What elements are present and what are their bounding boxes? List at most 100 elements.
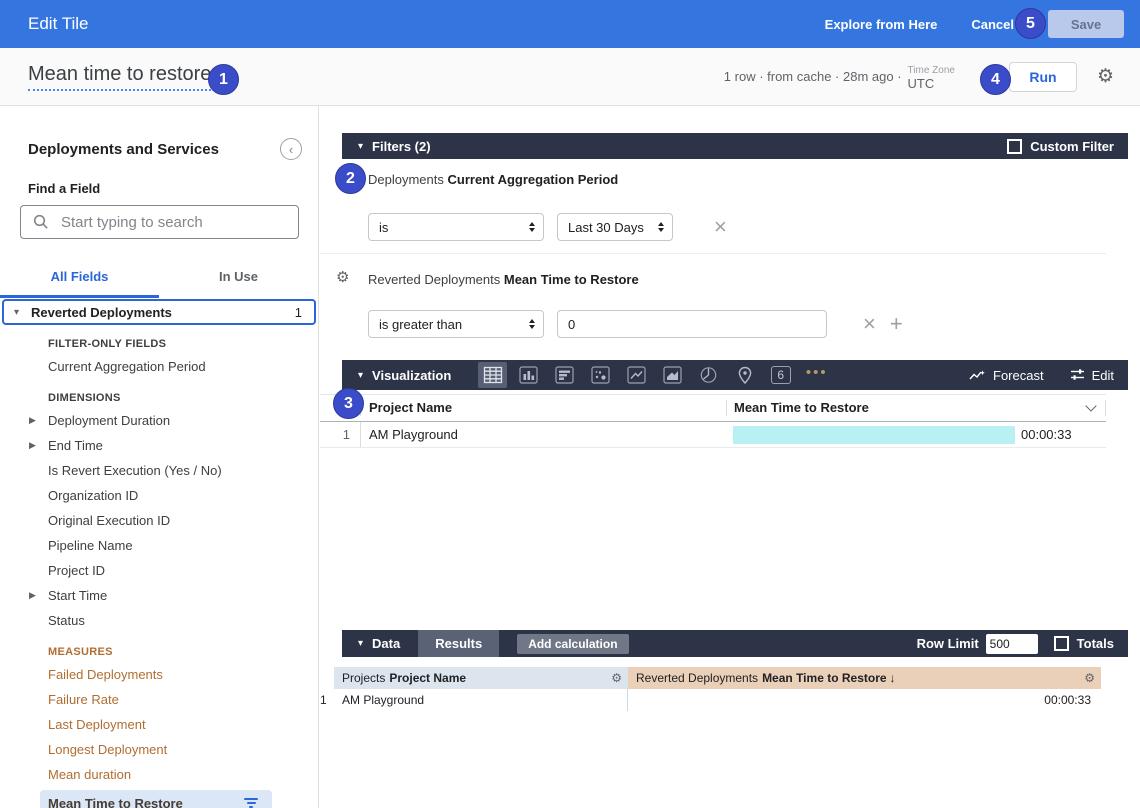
field-original-execution-id[interactable]: Original Execution ID bbox=[0, 508, 318, 533]
field-pipeline-name[interactable]: Pipeline Name bbox=[0, 533, 318, 558]
search-input[interactable] bbox=[59, 213, 298, 232]
field-longest-deployment[interactable]: Longest Deployment bbox=[0, 737, 318, 762]
add-calculation-button[interactable]: Add calculation bbox=[517, 634, 628, 654]
viz-map-pin-icon[interactable] bbox=[730, 362, 759, 388]
row-limit-input[interactable] bbox=[986, 634, 1038, 654]
viz-table: Project Name Mean Time to Restore 1 AM P… bbox=[320, 394, 1106, 448]
collapse-sidebar-icon[interactable]: ‹ bbox=[280, 138, 302, 160]
field-failed-deployments[interactable]: Failed Deployments bbox=[0, 662, 318, 687]
collapse-caret-icon[interactable]: ▾ bbox=[358, 370, 363, 381]
fields-in-use-count: 1 bbox=[295, 305, 302, 320]
chevron-down-icon[interactable] bbox=[1085, 400, 1096, 411]
save-button[interactable]: Save bbox=[1048, 10, 1124, 38]
viz-line-chart-icon[interactable] bbox=[622, 362, 651, 388]
results-col-project-name[interactable]: Projects Project Name ⚙ bbox=[334, 667, 628, 689]
view-reverted-deployments[interactable]: ▾ Reverted Deployments 1 bbox=[2, 299, 316, 325]
filter-1-operator-select[interactable]: is bbox=[368, 213, 544, 241]
tile-title[interactable]: Mean time to restore bbox=[28, 63, 211, 91]
expand-caret-icon[interactable]: ▶ bbox=[29, 583, 36, 608]
edit-viz-button[interactable]: Edit bbox=[1070, 368, 1114, 383]
find-a-field-label: Find a Field bbox=[28, 181, 318, 196]
field-failure-rate[interactable]: Failure Rate bbox=[0, 687, 318, 712]
measure-value-cell[interactable]: 00:00:33 bbox=[628, 693, 1101, 707]
measure-cell[interactable]: 00:00:33 bbox=[726, 426, 1106, 444]
annotation-badge-4: 4 bbox=[980, 64, 1011, 95]
sort-desc-icon[interactable]: ↓ bbox=[890, 671, 896, 685]
data-section-bar[interactable]: ▾ Data Results Add calculation Row Limit… bbox=[342, 630, 1128, 657]
field-deployment-duration[interactable]: ▶Deployment Duration bbox=[0, 408, 318, 433]
field-organization-id[interactable]: Organization ID bbox=[0, 483, 318, 508]
filters-section-bar[interactable]: ▾ Filters (2) Custom Filter bbox=[342, 133, 1128, 159]
explore-title: Deployments and Services bbox=[28, 141, 219, 158]
field-is-revert-execution[interactable]: Is Revert Execution (Yes / No) bbox=[0, 458, 318, 483]
filter-2-value-input[interactable] bbox=[557, 310, 827, 338]
viz-col-mean-time-to-restore[interactable]: Mean Time to Restore bbox=[726, 400, 1106, 416]
project-name-cell[interactable]: AM Playground bbox=[334, 689, 628, 711]
field-search-box[interactable] bbox=[20, 205, 299, 239]
filters-title: Filters (2) bbox=[372, 139, 431, 154]
field-end-time[interactable]: ▶End Time bbox=[0, 433, 318, 458]
filter-icon[interactable] bbox=[244, 798, 258, 808]
filter-2-controls: is greater than × + bbox=[368, 309, 1140, 339]
tile-header: Mean time to restore 1 row · from cache … bbox=[0, 48, 1140, 106]
annotation-badge-5: 5 bbox=[1015, 8, 1046, 39]
viz-pie-chart-icon[interactable] bbox=[694, 362, 723, 388]
viz-area-chart-icon[interactable] bbox=[658, 362, 687, 388]
add-filter-icon[interactable]: + bbox=[890, 313, 903, 335]
viz-table-icon[interactable] bbox=[478, 362, 507, 388]
results-table: Projects Project Name ⚙ Reverted Deploym… bbox=[320, 667, 1106, 711]
filter-1-field-label: Deployments Current Aggregation Period bbox=[368, 172, 1140, 187]
filter-2-operator-select[interactable]: is greater than bbox=[368, 310, 544, 338]
collapse-caret-icon[interactable]: ▾ bbox=[358, 638, 363, 649]
viz-col-project-name[interactable]: Project Name bbox=[360, 400, 726, 416]
sliders-icon bbox=[1070, 368, 1085, 382]
remove-filter-icon[interactable]: × bbox=[863, 313, 876, 335]
forecast-button[interactable]: Forecast bbox=[969, 368, 1044, 383]
viz-scatter-icon[interactable] bbox=[586, 362, 615, 388]
field-mean-time-to-restore-selected[interactable]: Mean Time to Restore bbox=[40, 790, 272, 808]
visualization-section-bar[interactable]: ▾ Visualization bbox=[342, 360, 1128, 390]
remove-filter-icon[interactable]: × bbox=[714, 216, 727, 238]
cancel-button[interactable]: Cancel bbox=[971, 17, 1014, 32]
project-name-cell[interactable]: AM Playground bbox=[360, 422, 726, 447]
viz-more-icon[interactable]: ••• bbox=[802, 362, 831, 388]
timezone-label: Time Zone bbox=[908, 64, 955, 77]
column-gear-icon[interactable]: ⚙ bbox=[611, 671, 622, 685]
field-last-deployment[interactable]: Last Deployment bbox=[0, 712, 318, 737]
filter-2-field-label: Reverted Deployments Mean Time to Restor… bbox=[368, 272, 1140, 287]
top-app-bar: Edit Tile Explore from Here Cancel Save bbox=[0, 0, 1140, 48]
field-project-id[interactable]: Project ID bbox=[0, 558, 318, 583]
field-current-aggregation-period[interactable]: Current Aggregation Period bbox=[0, 354, 318, 379]
field-picker-sidebar: Deployments and Services ‹ Find a Field … bbox=[0, 106, 319, 808]
custom-filter-checkbox[interactable] bbox=[1007, 139, 1022, 154]
active-tab-underline bbox=[0, 295, 159, 298]
viz-bar-chart-icon[interactable] bbox=[550, 362, 579, 388]
explore-main-panel: ▾ Filters (2) Custom Filter Deployments … bbox=[320, 106, 1140, 808]
collapse-caret-icon[interactable]: ▾ bbox=[358, 141, 363, 152]
results-col-mean-time-to-restore[interactable]: Reverted Deployments Mean Time to Restor… bbox=[628, 667, 1101, 689]
expand-caret-icon[interactable]: ▶ bbox=[29, 408, 36, 433]
query-settings-gear-icon[interactable]: ⚙ bbox=[1097, 67, 1114, 86]
edit-tile-window: Edit Tile Explore from Here Cancel Save … bbox=[0, 0, 1140, 808]
results-tab[interactable]: Results bbox=[418, 630, 499, 657]
field-status[interactable]: Status bbox=[0, 608, 318, 633]
column-gear-icon[interactable]: ⚙ bbox=[1084, 671, 1095, 685]
timezone-block: Time Zone UTC bbox=[908, 64, 955, 90]
filter-1-controls: is Last 30 Days × bbox=[368, 212, 1140, 242]
expand-caret-icon[interactable]: ▶ bbox=[29, 433, 36, 458]
viz-single-value-icon[interactable]: 6 bbox=[766, 362, 795, 388]
run-button[interactable]: Run bbox=[1009, 62, 1077, 92]
annotation-badge-1: 1 bbox=[208, 64, 239, 95]
viz-column-chart-icon[interactable] bbox=[514, 362, 543, 388]
field-start-time[interactable]: ▶Start Time bbox=[0, 583, 318, 608]
tab-all-fields[interactable]: All Fields bbox=[0, 258, 159, 295]
chevron-down-icon[interactable]: ▾ bbox=[14, 307, 19, 318]
visualization-title: Visualization bbox=[372, 368, 451, 383]
tab-in-use[interactable]: In Use bbox=[159, 258, 318, 295]
query-status: 1 row · from cache · 28m ago · bbox=[724, 69, 902, 84]
field-mean-duration[interactable]: Mean duration bbox=[0, 762, 318, 787]
filter-1-value-select[interactable]: Last 30 Days bbox=[557, 213, 673, 241]
explore-from-here-button[interactable]: Explore from Here bbox=[825, 17, 938, 32]
viz-type-switcher: 6 ••• bbox=[478, 362, 831, 388]
totals-checkbox[interactable] bbox=[1054, 636, 1069, 651]
